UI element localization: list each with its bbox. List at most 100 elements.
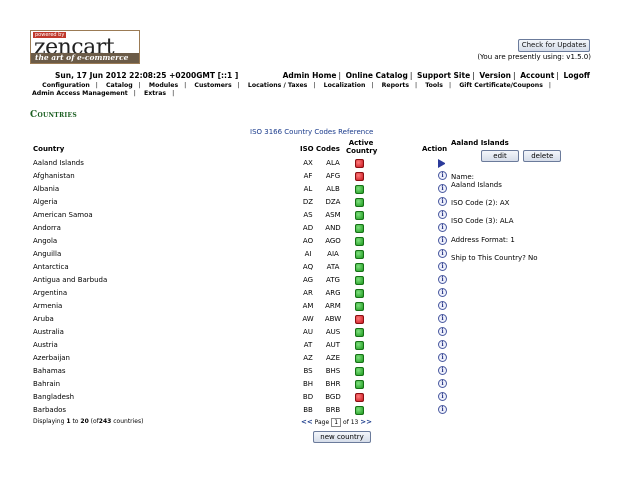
table-row[interactable]: Antigua and Barbuda AG ATG i [33, 275, 453, 288]
page-select[interactable]: 1 [331, 418, 342, 427]
online-catalog-link[interactable]: Online Catalog [346, 71, 408, 80]
menu-reports[interactable]: Reports [382, 82, 409, 90]
info-icon[interactable]: i [438, 184, 447, 193]
menu-tools[interactable]: Tools [425, 82, 443, 90]
infobox-iso3: ISO Code (3): ALA [451, 217, 514, 225]
next-page-link[interactable]: >> [360, 418, 372, 426]
status-active-icon[interactable] [355, 237, 364, 246]
iso-reference-link[interactable]: ISO 3166 Country Codes Reference [250, 128, 373, 136]
table-row[interactable]: Armenia AM ARM i [33, 301, 453, 314]
version-link[interactable]: Version [479, 71, 511, 80]
status-active-icon[interactable] [355, 380, 364, 389]
infobox-iso2: ISO Code (2): AX [451, 199, 510, 207]
status-inactive-icon[interactable] [355, 393, 364, 402]
iso-code-3: AFG [325, 172, 341, 180]
table-row[interactable]: Bahrain BH BHR i [33, 379, 453, 392]
status-active-icon[interactable] [355, 328, 364, 337]
table-row[interactable]: Argentina AR ARG i [33, 288, 453, 301]
menu-customers[interactable]: Customers [194, 82, 231, 90]
info-icon[interactable]: i [438, 210, 447, 219]
status-active-icon[interactable] [355, 302, 364, 311]
status-inactive-icon[interactable] [355, 172, 364, 181]
status-inactive-icon[interactable] [355, 315, 364, 324]
iso-code-3: AND [325, 224, 341, 232]
country-name: Armenia [33, 302, 63, 310]
country-name: American Samoa [33, 211, 93, 219]
iso-code-3: BHR [325, 380, 341, 388]
menu-admin-access[interactable]: Admin Access Management [32, 90, 128, 98]
admin-home-link[interactable]: Admin Home [283, 71, 337, 80]
info-icon[interactable]: i [438, 249, 447, 258]
status-inactive-icon[interactable] [355, 159, 364, 168]
country-name: Azerbaijan [33, 354, 70, 362]
page-count: of 13 [343, 419, 359, 426]
support-site-link[interactable]: Support Site [417, 71, 470, 80]
status-active-icon[interactable] [355, 263, 364, 272]
logoff-link[interactable]: Logoff [563, 71, 590, 80]
table-row[interactable]: Antarctica AQ ATA i [33, 262, 453, 275]
info-icon[interactable]: i [438, 340, 447, 349]
prev-page-link[interactable]: << [301, 418, 313, 426]
info-icon[interactable]: i [438, 392, 447, 401]
status-active-icon[interactable] [355, 250, 364, 259]
menu-extras[interactable]: Extras [144, 90, 166, 98]
account-link[interactable]: Account [520, 71, 554, 80]
status-active-icon[interactable] [355, 354, 364, 363]
table-row[interactable]: Angola AO AGO i [33, 236, 453, 249]
info-icon[interactable]: i [438, 236, 447, 245]
iso-code-3: ALA [326, 159, 340, 167]
status-active-icon[interactable] [355, 367, 364, 376]
info-icon[interactable]: i [438, 353, 447, 362]
status-active-icon[interactable] [355, 211, 364, 220]
status-active-icon[interactable] [355, 289, 364, 298]
country-name: Aaland Islands [33, 159, 84, 167]
check-for-updates-button[interactable]: Check for Updates [518, 39, 590, 52]
info-icon[interactable]: i [438, 327, 447, 336]
status-active-icon[interactable] [355, 224, 364, 233]
iso-code-2: AL [303, 185, 313, 193]
info-icon[interactable]: i [438, 314, 447, 323]
menu-modules[interactable]: Modules [149, 82, 178, 90]
info-icon[interactable]: i [438, 223, 447, 232]
new-country-button[interactable]: new country [313, 431, 371, 443]
info-icon[interactable]: i [438, 197, 447, 206]
table-row[interactable]: Austria AT AUT i [33, 340, 453, 353]
table-row[interactable]: Aaland Islands AX ALA [33, 158, 453, 171]
info-icon[interactable]: i [438, 301, 447, 310]
status-active-icon[interactable] [355, 185, 364, 194]
table-row[interactable]: Andorra AD AND i [33, 223, 453, 236]
table-row[interactable]: Australia AU AUS i [33, 327, 453, 340]
menu-localization[interactable]: Localization [324, 82, 366, 90]
table-row[interactable]: Barbados BB BRB i [33, 405, 453, 418]
iso-code-2: BD [302, 393, 314, 401]
table-row[interactable]: Aruba AW ABW i [33, 314, 453, 327]
table-row[interactable]: Albania AL ALB i [33, 184, 453, 197]
info-icon[interactable]: i [438, 171, 447, 180]
info-icon[interactable]: i [438, 366, 447, 375]
info-icon[interactable]: i [438, 262, 447, 271]
iso-code-2: BB [303, 406, 313, 414]
table-row[interactable]: Anguilla AI AIA i [33, 249, 453, 262]
status-active-icon[interactable] [355, 198, 364, 207]
status-active-icon[interactable] [355, 276, 364, 285]
status-active-icon[interactable] [355, 341, 364, 350]
info-icon[interactable]: i [438, 405, 447, 414]
info-icon[interactable]: i [438, 288, 447, 297]
iso-code-2: AS [303, 211, 313, 219]
info-icon[interactable]: i [438, 379, 447, 388]
edit-button[interactable]: edit [481, 150, 519, 162]
info-icon[interactable]: i [438, 275, 447, 284]
menu-configuration[interactable]: Configuration [42, 82, 90, 90]
table-row[interactable]: Bangladesh BD BGD i [33, 392, 453, 405]
table-row[interactable]: American Samoa AS ASM i [33, 210, 453, 223]
table-row[interactable]: Bahamas BS BHS i [33, 366, 453, 379]
menu-catalog[interactable]: Catalog [106, 82, 133, 90]
menu-gift-certificates[interactable]: Gift Certificate/Coupons [459, 82, 543, 90]
delete-button[interactable]: delete [523, 150, 562, 162]
menu-locations-taxes[interactable]: Locations / Taxes [248, 82, 308, 90]
status-active-icon[interactable] [355, 406, 364, 415]
table-row[interactable]: Afghanistan AF AFG i [33, 171, 453, 184]
infobox-address-format: Address Format: 1 [451, 236, 515, 244]
table-row[interactable]: Azerbaijan AZ AZE i [33, 353, 453, 366]
table-row[interactable]: Algeria DZ DZA i [33, 197, 453, 210]
